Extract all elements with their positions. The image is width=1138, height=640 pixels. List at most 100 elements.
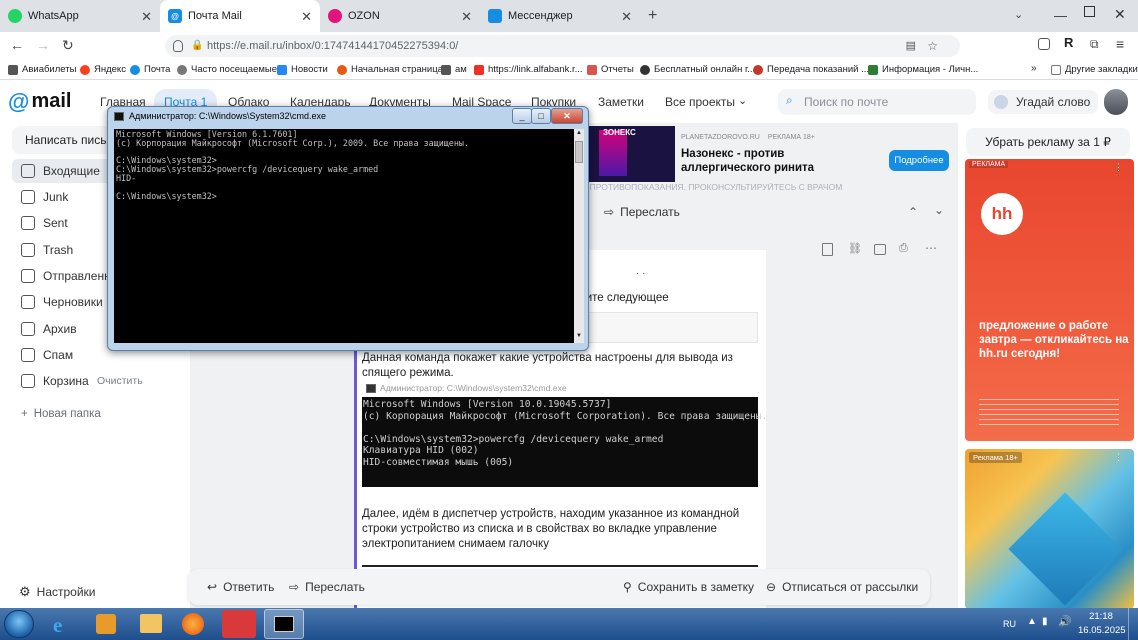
tab-ozon[interactable]: OZON ✕ [320,0,480,32]
tab-list-icon[interactable]: ⌄ [1014,8,1023,21]
bookmark-item[interactable]: Новости [277,64,328,75]
new-tab-icon[interactable]: + [648,7,657,25]
bookmark-item[interactable]: Другие закладки [1051,64,1138,75]
prev-letter-icon[interactable]: ⌃ [908,205,918,219]
extensions-icon[interactable]: ⧉ [1090,37,1099,52]
new-folder-button[interactable]: + Новая папка [21,408,101,420]
close-tab-icon[interactable]: ✕ [301,9,312,25]
anydesk-icon[interactable] [222,610,256,638]
cmd-maximize-button[interactable]: □ [531,108,551,124]
close-tab-icon[interactable]: ✕ [141,9,152,25]
chevron-down-icon[interactable]: ⌄ [738,94,747,107]
bookmark-icon [640,64,650,75]
forward-icon: ⇨ [604,205,615,219]
maximize-icon[interactable] [1084,6,1095,17]
calendar-icon[interactable] [874,244,886,255]
close-window-icon[interactable]: ✕ [1114,6,1126,23]
bookmark-item[interactable]: Яндекс [80,64,126,75]
more-icon[interactable]: ⋯ [925,241,937,255]
cmd-scrollbar[interactable]: ▲ ▼ [574,129,584,343]
explorer-icon[interactable] [140,614,162,633]
folder-label: Черновики [43,295,103,309]
cmd-output[interactable]: Microsoft Windows [Version 6.1.7601] (c)… [114,129,574,343]
bookmark-item[interactable]: ам [441,64,467,75]
settings-button[interactable]: ⚙ Настройки [19,584,96,600]
nav-notes[interactable]: Заметки [598,95,644,109]
start-button[interactable] [4,610,34,638]
guess-word-button[interactable]: Угадай слово [988,90,1098,114]
reload-icon[interactable]: ↻ [62,37,74,54]
bookmark-item[interactable]: Информация - Личн... [868,64,978,75]
shield-icon[interactable] [173,40,183,52]
minimize-icon[interactable]: — [1054,8,1067,23]
bookmark-item[interactable]: Бесплатный онлайн г... [640,64,755,75]
second-ad[interactable]: Реклама 18+ ⋮ [965,449,1134,609]
bookmark-label: Передача показаний ... [767,64,869,75]
remove-ads-button[interactable]: Убрать рекламу за 1 ₽ [966,128,1130,156]
bookmark-icon [177,64,187,75]
language-indicator[interactable]: RU [1003,619,1016,629]
reader-view-icon[interactable]: ▤ [906,35,916,57]
cmd-icon [274,616,294,632]
bookmark-star-icon[interactable]: ☆ [927,35,938,57]
cmd-window[interactable]: Администратор: C:\Windows\System32\cmd.e… [107,106,589,351]
whatsapp-icon [8,9,22,23]
forward-top-button[interactable]: ⇨ Переслать [604,205,680,219]
cmd-close-button[interactable]: ✕ [551,108,583,124]
bookmark-item[interactable]: Передача показаний ... [753,64,869,75]
tray-expand-icon[interactable]: ▲ [1027,616,1037,627]
bookmark-item[interactable]: Часто посещаемые [177,64,277,75]
bookmark-icon [441,64,451,75]
link-icon[interactable]: ⛓ [848,242,862,255]
ad-more-icon[interactable]: ⋮ [1114,452,1123,463]
more-bookmarks-icon[interactable]: » [1031,63,1037,74]
network-icon[interactable]: ▮ [1042,616,1048,627]
reply-button[interactable]: ↩ Ответить [207,580,274,594]
bookmark-item[interactable]: Авиабилеты [8,64,76,75]
cmd-taskbar-button[interactable] [264,609,304,639]
bookmark-item[interactable]: https://link.alfabank.r... [474,64,583,75]
lock-icon[interactable]: 🔒 [191,35,203,57]
close-tab-icon[interactable]: ✕ [461,9,472,25]
save-note-button[interactable]: ⚲ Сохранить в заметку [623,580,754,594]
address-bar[interactable]: 🔒 https://e.mail.ru/inbox/0:174741441704… [165,35,960,57]
forward-button[interactable]: ⇨ Переслать [289,580,365,594]
clock-date[interactable]: 16.05.2025 [1078,625,1126,636]
scroll-up-icon[interactable]: ▲ [575,130,583,138]
clock-time[interactable]: 21:18 [1081,611,1121,622]
bookmark-letter-icon[interactable] [822,243,833,256]
unsubscribe-button[interactable]: ⊖ Отписаться от рассылки [766,580,918,594]
firefox-icon[interactable] [182,613,204,635]
extension-r-icon[interactable]: R [1064,35,1073,50]
media-player-icon[interactable] [96,614,116,634]
scroll-thumb[interactable] [575,141,583,163]
forward-icon[interactable]: → [36,37,50,53]
hh-ad[interactable]: РЕКЛАМА ⋮ hh предложение о работе завтра… [965,159,1134,441]
tab-whatsapp[interactable]: WhatsApp ✕ [0,0,160,32]
ad-more-icon[interactable]: ⋮ [1114,162,1123,173]
tab-messenger[interactable]: Мессенджер ✕ [480,0,640,32]
cmd-minimize-button[interactable]: _ [512,108,532,124]
print-icon[interactable]: ⎙ [899,242,908,255]
bookmark-item[interactable]: Отчеты [587,64,634,75]
scroll-down-icon[interactable]: ▼ [575,333,583,341]
back-icon[interactable]: ← [10,37,24,53]
ad-title[interactable]: Назонекс - против аллергического ринита [681,147,871,175]
bookmark-item[interactable]: Начальная страница [337,64,443,75]
avatar[interactable] [1104,89,1128,115]
spam-icon [21,348,35,362]
close-tab-icon[interactable]: ✕ [621,9,632,25]
pocket-icon[interactable] [1038,38,1050,50]
ie-icon[interactable]: e [53,613,62,638]
bookmark-item[interactable]: Почта [130,64,170,75]
tab-mail[interactable]: @ Почта Mail ✕ [160,0,320,32]
menu-icon[interactable]: ≡ [1116,36,1124,52]
search-box[interactable]: ⌕ Поиск по почте [778,89,976,115]
show-desktop-button[interactable] [1128,608,1138,640]
nav-all-projects[interactable]: Все проекты [665,95,735,109]
empty-trash-button[interactable]: Очистить [97,375,143,387]
ad-more-button[interactable]: Подробнее [889,150,949,171]
next-letter-icon[interactable]: ⌄ [934,203,944,217]
volume-icon[interactable]: 🔊 [1058,615,1072,628]
mail-logo[interactable]: @ mail [8,90,71,113]
